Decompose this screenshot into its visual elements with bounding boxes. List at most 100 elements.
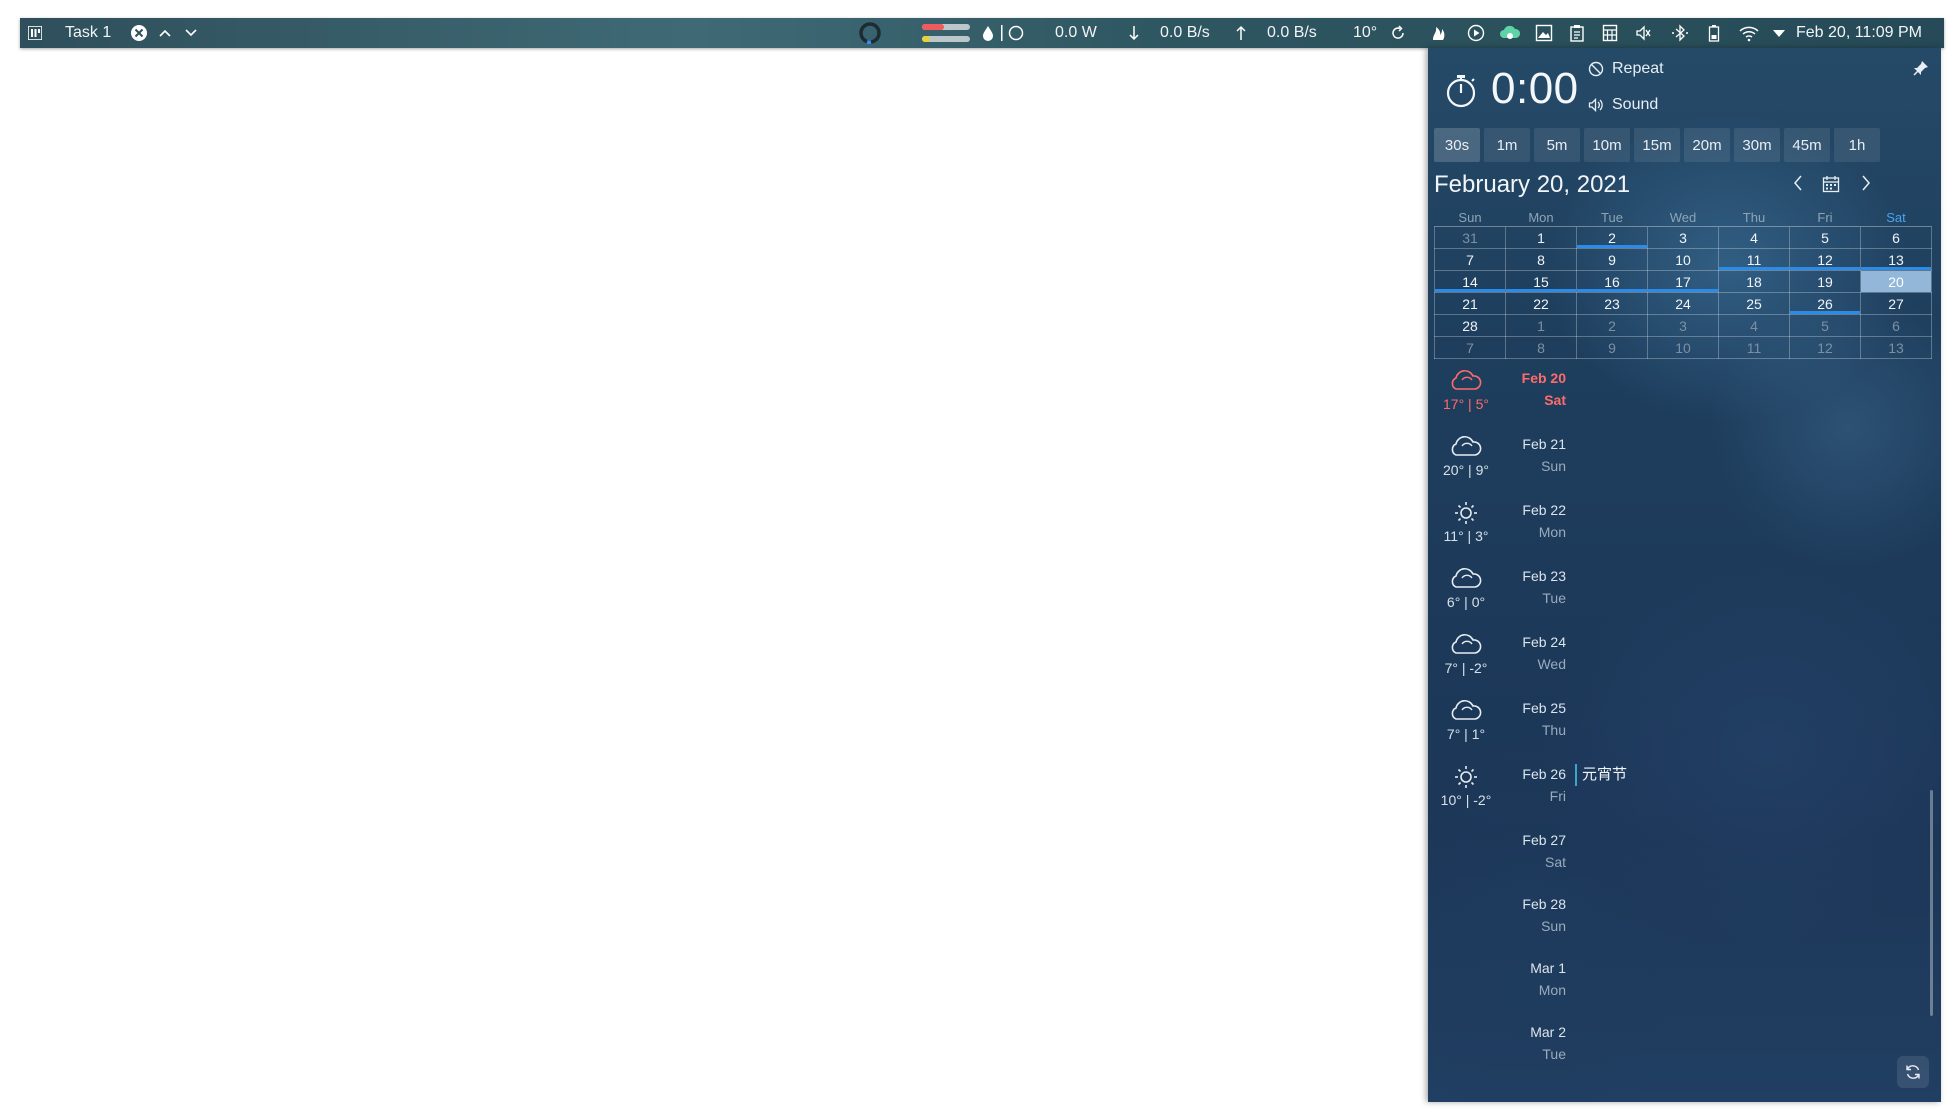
clipboard-icon[interactable] — [1569, 18, 1585, 48]
calendar-day[interactable]: 1 — [1505, 226, 1577, 249]
chevron-down-icon[interactable] — [184, 18, 198, 48]
weekday-header: Wed — [1647, 208, 1719, 227]
triangle-down-icon[interactable] — [1772, 18, 1786, 48]
preset-button-45m[interactable]: 45m — [1784, 128, 1830, 162]
calendar-day[interactable]: 9 — [1576, 336, 1648, 359]
bluetooth-icon[interactable] — [1670, 18, 1690, 48]
clock[interactable]: Feb 20, 11:09 PM — [1796, 18, 1922, 48]
cloud-sync-icon[interactable] — [1499, 18, 1521, 48]
battery-icon[interactable] — [1708, 18, 1720, 48]
agenda-day-row[interactable]: 6° | 0° Feb 23 Tue — [1428, 566, 1941, 632]
calendar-day[interactable]: 3 — [1647, 314, 1719, 337]
sound-toggle[interactable]: Sound — [1588, 96, 1658, 114]
agenda-day-row[interactable]: 10° | -2° Feb 26 Fri 元宵节 — [1428, 764, 1941, 830]
calendar-day[interactable]: 21 — [1434, 292, 1506, 315]
calendar-day[interactable]: 2 — [1576, 314, 1648, 337]
calendar-day[interactable]: 11 — [1718, 336, 1790, 359]
calendar-day[interactable]: 5 — [1789, 314, 1861, 337]
calendar-day[interactable]: 13 — [1860, 336, 1932, 359]
calendar-day[interactable]: 4 — [1718, 314, 1790, 337]
calendar-day[interactable]: 5 — [1789, 226, 1861, 249]
preset-button-30s[interactable]: 30s — [1434, 128, 1480, 162]
weekday-header: Sat — [1860, 208, 1932, 227]
calendar-day[interactable]: 16 — [1576, 270, 1648, 293]
calendar-day[interactable]: 26 — [1789, 292, 1861, 315]
calendar-day[interactable]: 23 — [1576, 292, 1648, 315]
close-icon[interactable] — [130, 18, 148, 48]
chevron-up-icon[interactable] — [158, 18, 172, 48]
agenda-scrollbar[interactable] — [1930, 790, 1933, 1016]
agenda-event[interactable]: 元宵节 — [1575, 764, 1627, 786]
cloud-icon — [1448, 434, 1484, 460]
agenda-day-row[interactable]: 17° | 5° Feb 20 Sat — [1428, 368, 1941, 434]
repeat-toggle[interactable]: Repeat — [1588, 60, 1664, 78]
calendar-day[interactable]: 6 — [1860, 226, 1932, 249]
flame-icon[interactable] — [1430, 18, 1448, 48]
agenda-day-row[interactable]: Mar 2 Tue — [1428, 1022, 1941, 1086]
calendar-day[interactable]: 11 — [1718, 248, 1790, 271]
task-label[interactable]: Task 1 — [65, 18, 111, 48]
calendar-day[interactable]: 1 — [1505, 314, 1577, 337]
calendar-day[interactable]: 6 — [1860, 314, 1932, 337]
agenda-weekday: Sun — [1541, 458, 1566, 474]
calendar-icon[interactable] — [1822, 175, 1840, 193]
agenda-day-row[interactable]: 20° | 9° Feb 21 Sun — [1428, 434, 1941, 500]
calendar-day[interactable]: 13 — [1860, 248, 1932, 271]
calendar-day[interactable]: 17 — [1647, 270, 1719, 293]
calendar-day[interactable]: 7 — [1434, 336, 1506, 359]
calendar-day[interactable]: 10 — [1647, 248, 1719, 271]
calendar-day[interactable]: 28 — [1434, 314, 1506, 337]
preset-button-5m[interactable]: 5m — [1534, 128, 1580, 162]
preset-button-15m[interactable]: 15m — [1634, 128, 1680, 162]
play-icon[interactable] — [1467, 18, 1485, 48]
calendar-day[interactable]: 25 — [1718, 292, 1790, 315]
calendar-day[interactable]: 22 — [1505, 292, 1577, 315]
speaker-mute-icon[interactable] — [1635, 18, 1653, 48]
agenda-weekday: Wed — [1537, 656, 1566, 672]
calendar-day[interactable]: 10 — [1647, 336, 1719, 359]
stopwatch-icon[interactable] — [1444, 72, 1478, 110]
pin-icon[interactable] — [1913, 60, 1929, 76]
preset-button-20m[interactable]: 20m — [1684, 128, 1730, 162]
weather-temps: 11° | 3° — [1443, 528, 1489, 544]
refresh-weather-button[interactable] — [1897, 1056, 1929, 1088]
calendar-day[interactable]: 8 — [1505, 336, 1577, 359]
preset-button-1m[interactable]: 1m — [1484, 128, 1530, 162]
image-icon[interactable] — [1535, 18, 1553, 48]
preset-button-10m[interactable]: 10m — [1584, 128, 1630, 162]
agenda-day-row[interactable]: 7° | 1° Feb 25 Thu — [1428, 698, 1941, 764]
preset-button-1h[interactable]: 1h — [1834, 128, 1880, 162]
chevron-right-icon[interactable] — [1860, 174, 1872, 192]
calculator-icon[interactable] — [1602, 18, 1618, 48]
agenda-day-row[interactable]: 11° | 3° Feb 22 Mon — [1428, 500, 1941, 566]
chevron-left-icon[interactable] — [1792, 174, 1804, 192]
weather-temps: 17° | 5° — [1443, 396, 1489, 412]
calendar-day[interactable]: 7 — [1434, 248, 1506, 271]
calendar-day[interactable]: 27 — [1860, 292, 1932, 315]
calendar-day[interactable]: 12 — [1789, 248, 1861, 271]
refresh-icon[interactable] — [1390, 18, 1406, 48]
agenda-date: Feb 21 — [1522, 436, 1566, 452]
calendar-day[interactable]: 14 — [1434, 270, 1506, 293]
agenda-day-row[interactable]: Mar 1 Mon — [1428, 958, 1941, 1022]
calendar-day[interactable]: 24 — [1647, 292, 1719, 315]
calendar-day[interactable]: 19 — [1789, 270, 1861, 293]
wifi-icon[interactable] — [1738, 18, 1760, 48]
calendar-day[interactable]: 4 — [1718, 226, 1790, 249]
calendar-day[interactable]: 2 — [1576, 226, 1648, 249]
calendar-day[interactable]: 15 — [1505, 270, 1577, 293]
calendar-day[interactable]: 9 — [1576, 248, 1648, 271]
calendar-day[interactable]: 3 — [1647, 226, 1719, 249]
agenda-day-row[interactable]: 7° | -2° Feb 24 Wed — [1428, 632, 1941, 698]
weather-temps: 10° | -2° — [1440, 792, 1492, 808]
agenda-day-row[interactable]: Feb 28 Sun — [1428, 894, 1941, 958]
calendar-day[interactable]: 12 — [1789, 336, 1861, 359]
calendar-day-today[interactable]: 20 — [1860, 270, 1932, 293]
preset-button-30m[interactable]: 30m — [1734, 128, 1780, 162]
calendar-day[interactable]: 31 — [1434, 226, 1506, 249]
calendar-day[interactable]: 18 — [1718, 270, 1790, 293]
timer-display[interactable]: 0:00 — [1491, 64, 1579, 114]
app-menu-icon[interactable] — [28, 18, 42, 48]
agenda-day-row[interactable]: Feb 27 Sat — [1428, 830, 1941, 894]
calendar-day[interactable]: 8 — [1505, 248, 1577, 271]
